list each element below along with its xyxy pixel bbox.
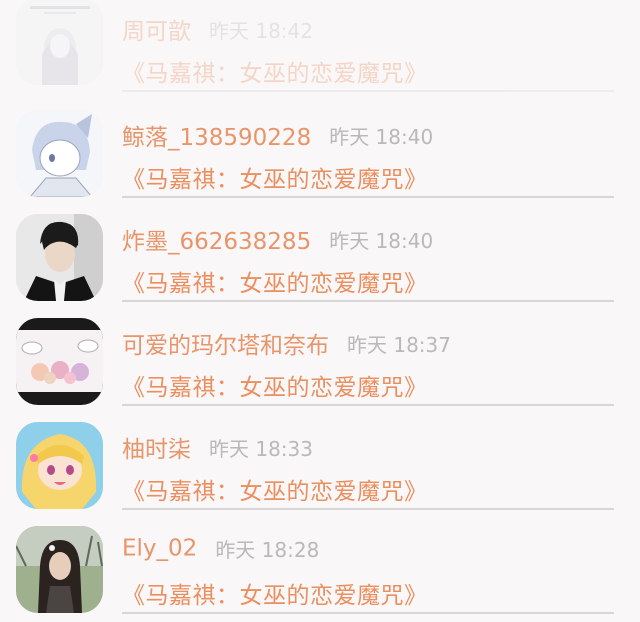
divider (122, 300, 614, 302)
anime-fox-boy-avatar (16, 110, 103, 197)
feed-item[interactable]: 鲸落_138590228 昨天 18:40 《马嘉祺：女巫的恋爱魔咒》 (0, 102, 640, 206)
outdoor-photo-avatar (16, 526, 103, 613)
avatar[interactable] (16, 0, 103, 85)
sketch-girl-avatar (16, 0, 103, 85)
username[interactable]: Ely_02 (122, 536, 197, 562)
divider (122, 612, 614, 614)
book-title-link[interactable]: 《马嘉祺：女巫的恋爱魔咒》 (122, 368, 428, 402)
book-title-link[interactable]: 《马嘉祺：女巫的恋爱魔咒》 (122, 54, 428, 88)
avatar[interactable] (16, 110, 103, 197)
comment-feed: 周可歆 昨天 18:42 《马嘉祺：女巫的恋爱魔咒》 鲸落_138590228 昨天… (0, 0, 640, 618)
feed-item[interactable]: 周可歆 昨天 18:42 《马嘉祺：女巫的恋爱魔咒》 (0, 0, 640, 102)
feed-item[interactable]: 可爱的玛尔塔和奈布 昨天 18:37 《马嘉祺：女巫的恋爱魔咒》 (0, 310, 640, 414)
feed-item[interactable]: Ely_02 昨天 18:28 《马嘉祺：女巫的恋爱魔咒》 (0, 518, 640, 622)
avatar[interactable] (16, 318, 103, 405)
feed-item[interactable]: 炸墨_662638285 昨天 18:40 《马嘉祺：女巫的恋爱魔咒》 (0, 206, 640, 310)
timestamp: 昨天 18:37 (347, 332, 451, 357)
avatar[interactable] (16, 214, 103, 301)
timestamp: 昨天 18:40 (329, 228, 434, 253)
book-title-link[interactable]: 《马嘉祺：女巫的恋爱魔咒》 (122, 264, 428, 298)
avatar[interactable] (16, 422, 103, 509)
username[interactable]: 鲸落_138590228 (122, 125, 311, 151)
divider (122, 404, 614, 406)
timestamp: 昨天 18:33 (209, 436, 313, 461)
username[interactable]: 周可歆 (122, 19, 191, 45)
portrait-photo-avatar (16, 214, 103, 301)
divider (122, 196, 614, 198)
divider (122, 508, 614, 510)
avatar[interactable] (16, 526, 103, 613)
username[interactable]: 炸墨_662638285 (122, 229, 311, 255)
username[interactable]: 可爱的玛尔塔和奈布 (122, 333, 329, 359)
book-title-link[interactable]: 《马嘉祺：女巫的恋爱魔咒》 (122, 576, 428, 610)
anime-blonde-girl-avatar (16, 422, 103, 509)
divider (122, 90, 614, 92)
timestamp: 昨天 18:40 (329, 124, 434, 149)
username[interactable]: 柚时柒 (122, 437, 191, 463)
feed-item[interactable]: 柚时柒 昨天 18:33 《马嘉祺：女巫的恋爱魔咒》 (0, 414, 640, 518)
chibi-group-avatar (16, 318, 103, 405)
book-title-link[interactable]: 《马嘉祺：女巫的恋爱魔咒》 (122, 160, 428, 194)
book-title-link[interactable]: 《马嘉祺：女巫的恋爱魔咒》 (122, 472, 428, 506)
timestamp: 昨天 18:42 (209, 18, 313, 43)
timestamp: 昨天 18:28 (215, 538, 320, 562)
